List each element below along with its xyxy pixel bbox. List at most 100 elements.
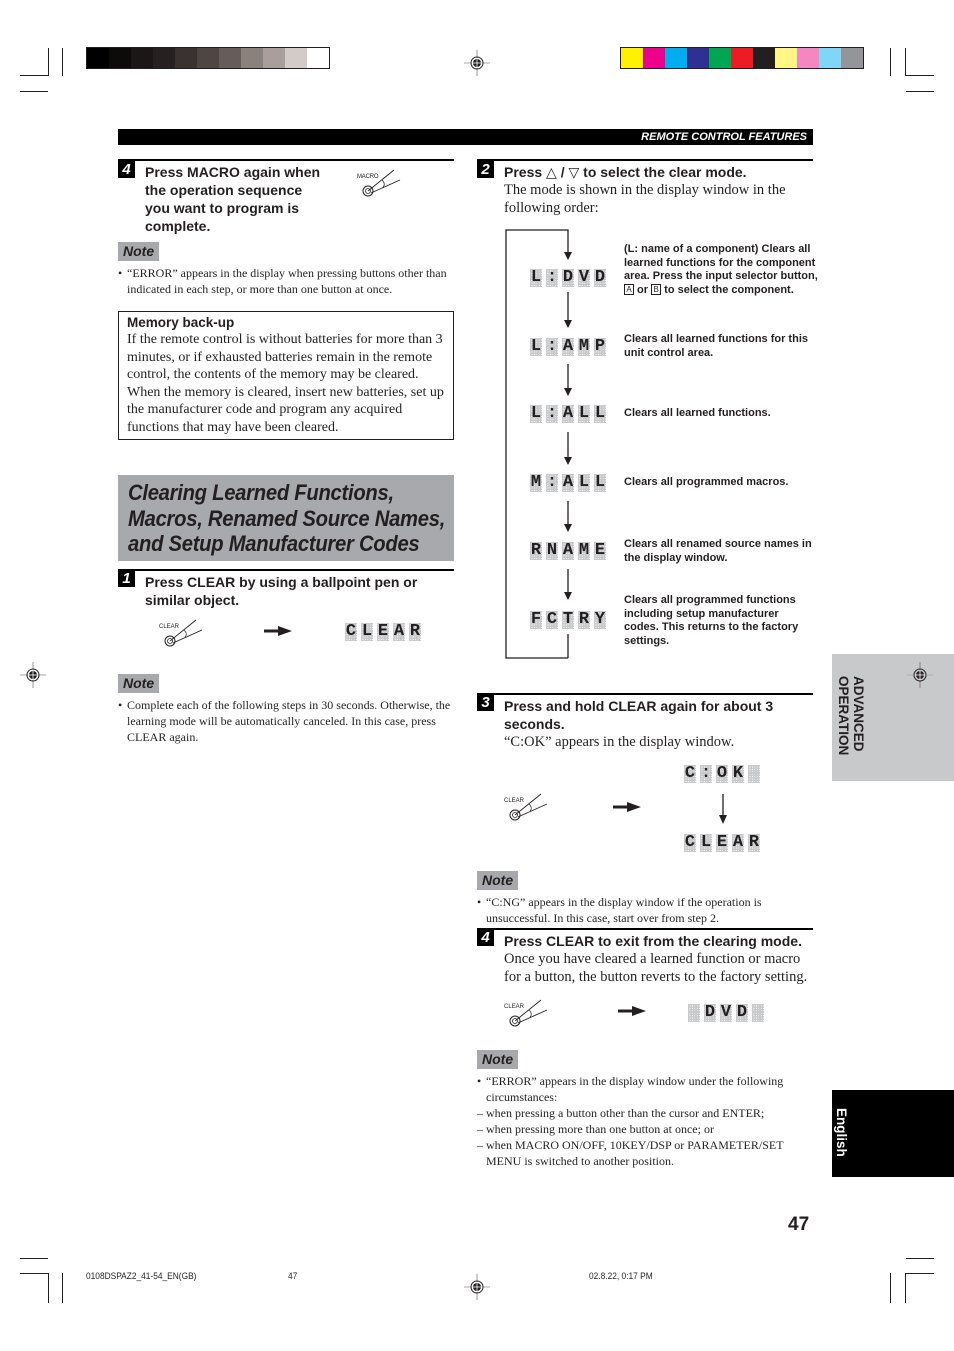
lcd-character: A <box>562 404 574 423</box>
lcd-character: M <box>578 541 590 560</box>
lcd-character: L <box>578 404 590 423</box>
lcd-character: L <box>361 622 373 641</box>
lcd-display-mode-lamp: L:AMP <box>530 338 606 356</box>
calibration-swatch <box>841 48 863 68</box>
lcd-character: C <box>546 610 558 629</box>
input-b-button-icon: B <box>651 283 662 295</box>
down-arrow-icon <box>719 794 727 824</box>
lcd-character: K <box>732 764 744 783</box>
section-header-bar: REMOTE CONTROL FEATURES <box>118 129 813 145</box>
calibration-swatch <box>687 48 709 68</box>
step-title: Press CLEAR by using a ballpoint pen or … <box>145 574 418 608</box>
page-number: 47 <box>788 1214 810 1235</box>
footer-file-name: 0108DSPAZ2_41-54_EN(GB) <box>86 1271 197 1282</box>
lcd-character: L <box>530 404 542 423</box>
note-label: Note <box>477 871 519 890</box>
section-header-label: REMOTE CONTROL FEATURES <box>641 131 807 143</box>
lcd-character: C <box>684 833 696 852</box>
calibration-swatch <box>109 48 131 68</box>
mode-description: Clears all learned functions. <box>624 407 771 419</box>
calibration-swatch <box>665 48 687 68</box>
lcd-character: : <box>546 404 558 423</box>
calibration-swatch <box>819 48 841 68</box>
mode-description: Clears all programmed macros. <box>624 476 789 488</box>
step-title: Press MACRO again when the operation seq… <box>145 164 321 234</box>
note-body: “C:NG” appears in the display window if … <box>477 894 813 926</box>
crop-mark <box>906 91 934 92</box>
pen-pressing-button-icon <box>362 169 401 197</box>
lcd-display-mode-ldvd: L:DVD <box>530 269 606 287</box>
grayscale-calibration-bar <box>86 47 330 69</box>
note-item: “C:NG” appears in the display window if … <box>477 894 813 926</box>
flow-loop-line <box>505 229 572 659</box>
calibration-swatch <box>153 48 175 68</box>
right-arrow-icon <box>618 1006 646 1016</box>
lcd-character: V <box>578 268 590 287</box>
lcd-character: F <box>530 610 542 629</box>
lcd-character: R <box>530 541 542 560</box>
crop-mark <box>890 1273 891 1303</box>
note-item: “ERROR” appears in the display when pres… <box>118 265 458 297</box>
lcd-character: L <box>530 268 542 287</box>
step-rule <box>118 159 454 161</box>
lcd-character <box>748 765 760 783</box>
lcd-character: P <box>594 337 606 356</box>
step-rule <box>477 693 813 695</box>
calibration-swatch <box>307 48 329 68</box>
clear-button-illustration: CLEAR <box>158 618 206 648</box>
lcd-character <box>688 1004 700 1022</box>
lcd-character: D <box>562 268 574 287</box>
lcd-display-mode-mall: M:ALL <box>530 474 606 492</box>
registration-mark-icon <box>464 1274 490 1300</box>
note-item: Complete each of the following steps in … <box>118 697 458 745</box>
calibration-swatch <box>797 48 819 68</box>
lcd-character: : <box>700 764 712 783</box>
pen-pressing-button-icon <box>509 999 548 1027</box>
side-tab-label: ADVANCED <box>851 676 866 752</box>
step-title: Press and hold CLEAR again for about 3 s… <box>504 698 774 732</box>
calibration-swatch <box>753 48 775 68</box>
memory-backup-title: Memory back-up <box>127 315 235 330</box>
crop-mark <box>20 1273 48 1274</box>
crop-mark <box>905 1273 906 1303</box>
memory-backup-box: Memory back-up If the remote control is … <box>118 311 454 440</box>
side-tab-english[interactable]: English <box>832 1090 954 1177</box>
mode-description: Clears all learned functions for this un… <box>624 333 808 359</box>
side-tab-advanced-operation[interactable]: ADVANCED OPERATION <box>832 654 954 781</box>
mode-description: Clears all programmed functions includin… <box>624 594 799 647</box>
mode-description: Clears all renamed source names in the d… <box>624 538 812 564</box>
calibration-swatch <box>197 48 219 68</box>
step-body: “C:OK” appears in the display window. <box>504 734 735 750</box>
up-triangle-icon: △ <box>546 164 557 180</box>
lcd-display-cok: C:OK <box>684 765 760 783</box>
color-calibration-bar <box>620 47 864 69</box>
step-body: The mode is shown in the display window … <box>504 182 786 216</box>
note-label: Note <box>118 242 160 261</box>
note-body: “ERROR” appears in the display when pres… <box>118 265 458 297</box>
side-tab-label: OPERATION <box>836 676 851 756</box>
note-item: “ERROR” appears in the display window un… <box>477 1073 817 1105</box>
registration-mark-icon <box>464 50 490 76</box>
lcd-character: D <box>736 1003 748 1022</box>
lcd-character: R <box>409 622 421 641</box>
step-rule <box>477 928 813 930</box>
footer-timestamp: 02.8.22, 0:17 PM <box>589 1271 653 1282</box>
calibration-swatch <box>241 48 263 68</box>
crop-mark <box>20 75 48 76</box>
crop-mark <box>906 75 934 76</box>
pen-pressing-button-icon <box>164 619 203 647</box>
note-label: Note <box>477 1050 519 1069</box>
step-title: Press CLEAR to exit from the clearing mo… <box>504 933 802 949</box>
step-number: 1 <box>118 570 135 587</box>
step-number: 4 <box>477 929 494 946</box>
note-subitem: when pressing a button other than the cu… <box>477 1105 817 1121</box>
calibration-swatch <box>643 48 665 68</box>
input-a-button-icon: A <box>624 283 634 295</box>
registration-mark-icon <box>20 662 46 688</box>
calibration-swatch <box>219 48 241 68</box>
note-label: Note <box>118 674 160 693</box>
memory-backup-body: If the remote control is without batteri… <box>127 332 444 435</box>
step-rule <box>118 569 454 571</box>
lcd-character: D <box>594 268 606 287</box>
pen-pressing-button-icon <box>509 793 548 821</box>
